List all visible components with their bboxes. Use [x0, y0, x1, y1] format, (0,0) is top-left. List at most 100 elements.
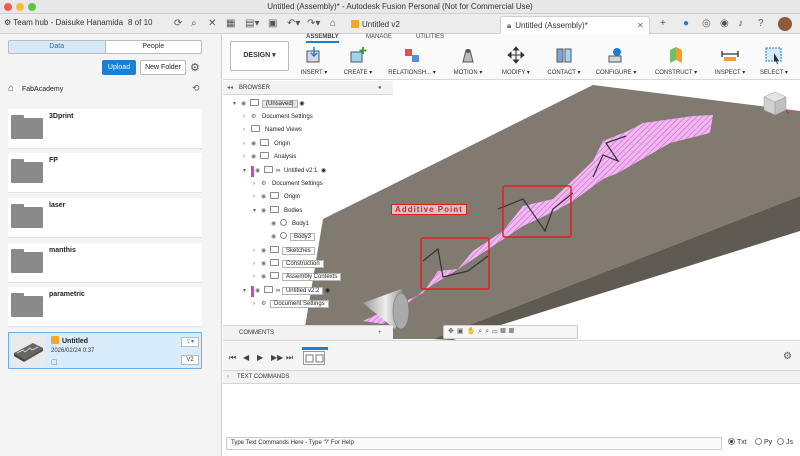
file-item[interactable]: Untitled 2026/02/24 0:37 ▢ ⇪▾ V2 [8, 332, 202, 369]
tree-item[interactable]: ▾ ◉ Bodies [253, 206, 304, 217]
folder-item[interactable]: manthis [8, 243, 202, 283]
record-icon[interactable]: ◉ [321, 168, 326, 174]
avatar[interactable] [778, 17, 792, 31]
folder-item[interactable]: FP [8, 153, 202, 193]
tree-item[interactable]: › Named Views [243, 125, 304, 136]
tab-untitled-assembly[interactable]: 🔒︎ Untitled (Assembly)* ✕ [500, 16, 650, 34]
search-icon[interactable]: ⌕ [191, 17, 197, 31]
folder-item[interactable]: parametric [8, 287, 202, 327]
eye-icon[interactable]: ◉ [271, 232, 280, 243]
tree-item[interactable]: › ◉ Analysis [243, 152, 298, 163]
folder-item[interactable]: laser [8, 198, 202, 238]
eye-icon[interactable]: ◉ [271, 219, 280, 230]
close-panel-icon[interactable]: ✕ [208, 17, 216, 31]
grid-icon[interactable]: ▦ [226, 17, 235, 31]
inspect-button[interactable]: INSPECT ▾ [707, 46, 753, 78]
capture-icon[interactable]: ▣ [457, 328, 467, 335]
home-icon[interactable]: ⌂ [8, 83, 14, 94]
version-badge[interactable]: V2 [181, 355, 199, 365]
breadcrumb-folder[interactable]: FabAcademy [22, 86, 63, 93]
tab-utilities[interactable]: UTILITIES [416, 34, 444, 40]
canvas-viewport[interactable]: Additive Point ◂◂ BROWSER ● ▾ ◉ (Unsaved) … [223, 81, 800, 340]
eye-icon[interactable]: ◉ [261, 206, 270, 217]
record-icon[interactable]: ◉ [325, 288, 330, 294]
tree-item[interactable]: › ◉ Origin [243, 139, 292, 150]
tree-item[interactable]: ◉ Body1 [271, 219, 311, 230]
mode-txt-radio[interactable]: Txt [728, 438, 747, 446]
collapse-icon[interactable]: ◂◂ [227, 81, 233, 95]
gear-icon[interactable]: ⚙ [190, 61, 200, 74]
insert-button[interactable]: INSERT ▾ [291, 46, 337, 78]
modify-button[interactable]: MODIFY ▾ [493, 46, 539, 78]
redo-icon[interactable]: ↷▾ [307, 17, 320, 31]
chevron-right-icon[interactable]: › [243, 139, 251, 150]
tree-item[interactable]: ◉ Body3 [271, 232, 316, 243]
mode-js-radio[interactable]: Js [777, 438, 793, 446]
tab-untitled-v2[interactable]: Untitled v2 [345, 16, 495, 34]
eye-icon[interactable]: ◉ [255, 286, 264, 297]
tree-item[interactable]: › ⚙ Document Settings [253, 299, 329, 310]
extensions-icon[interactable]: ◎ [702, 17, 711, 31]
refresh-icon[interactable]: ⟳ [174, 17, 182, 31]
new-folder-button[interactable]: New Folder [140, 60, 186, 75]
chevron-right-icon[interactable]: › [243, 152, 251, 163]
close-tab-icon[interactable]: ✕ [637, 17, 644, 35]
viewports-icon[interactable]: ▦ [509, 328, 517, 335]
record-icon[interactable]: ◉ [299, 101, 304, 107]
view-cube[interactable] [761, 89, 789, 117]
team-hub-selector[interactable]: ⚙ Team hub - Daisuke Hanamida [4, 18, 123, 27]
job-status-icon[interactable]: ● [683, 17, 689, 31]
eye-icon[interactable]: ◉ [261, 192, 270, 203]
folder-item[interactable]: 3Dprint [8, 109, 202, 149]
tree-item[interactable]: › ⚙ Document Settings [253, 179, 325, 190]
close-icon[interactable]: ● [378, 81, 382, 95]
upload-button[interactable]: Upload [102, 60, 136, 75]
chevron-right-icon[interactable]: › [253, 179, 261, 190]
eye-icon[interactable]: ◉ [251, 152, 260, 163]
eye-icon[interactable]: ◉ [255, 166, 264, 177]
chevron-right-icon[interactable]: › [253, 259, 261, 270]
pan-icon[interactable]: ✋ [467, 328, 479, 335]
create-button[interactable]: CREATE ▾ [335, 46, 381, 78]
orbit-icon[interactable]: ✥ [448, 328, 457, 335]
grid-icon[interactable]: ▦ [500, 328, 508, 335]
play-icon[interactable]: ▶ [257, 353, 263, 362]
sync-icon[interactable]: ⟲ [192, 83, 200, 94]
timeline-marker[interactable] [302, 347, 328, 350]
tree-item[interactable]: ▾ ◉ ∞ Untitled v2:1 ◉ [243, 166, 326, 177]
chevron-down-icon[interactable]: ▾ [243, 286, 251, 297]
tree-item[interactable]: › ◉ Sketches [253, 246, 315, 257]
chevron-right-icon[interactable]: › [253, 299, 261, 310]
configure-button[interactable]: CONFIGURE ▾ [593, 46, 639, 78]
tab-people[interactable]: People [106, 41, 202, 53]
help-icon[interactable]: ? [758, 17, 764, 31]
eye-icon[interactable]: ◉ [241, 99, 250, 110]
chevron-right-icon[interactable]: › [253, 272, 261, 283]
zoom-window-button[interactable] [28, 3, 36, 11]
eye-icon[interactable]: ◉ [261, 246, 270, 257]
expand-icon[interactable]: › [227, 371, 229, 384]
timeline-settings-icon[interactable]: ⚙ [783, 351, 792, 362]
eye-icon[interactable]: ◉ [251, 139, 260, 150]
step-forward-icon[interactable]: ▶▶ [271, 353, 283, 362]
browser-header[interactable]: ◂◂ BROWSER ● [223, 81, 393, 95]
select-button[interactable]: SELECT ▾ [751, 46, 797, 78]
undo-icon[interactable]: ↶▾ [287, 17, 300, 31]
minimize-window-button[interactable] [16, 3, 24, 11]
go-to-end-icon[interactable]: ⏭ [286, 353, 293, 363]
text-commands-header[interactable]: › TEXT COMMANDS [223, 370, 800, 384]
save-icon[interactable]: ▣ [268, 17, 277, 31]
design-workspace-dropdown[interactable]: DESIGN ▾ [230, 41, 289, 71]
text-command-input[interactable]: Type Text Commands Here - Type '?' For H… [226, 437, 722, 450]
online-status-icon[interactable]: ◉ [720, 17, 729, 31]
navigation-toolbar[interactable]: ✥▣✋⌕⌕▭▦▦ [443, 325, 578, 339]
chevron-down-icon[interactable]: ▾ [253, 206, 261, 217]
chevron-down-icon[interactable]: ▾ [243, 166, 251, 177]
close-window-button[interactable] [4, 3, 12, 11]
construct-button[interactable]: CONSTRUCT ▾ [651, 46, 701, 78]
motion-button[interactable]: MOTION ▾ [445, 46, 491, 78]
tree-item[interactable]: › ◉ Origin [253, 192, 302, 203]
tab-manage[interactable]: MANAGE [366, 34, 392, 40]
tab-assembly[interactable]: ASSEMBLY [306, 34, 339, 43]
tree-item[interactable]: ▾ ◉ ∞ Untitled v2:2 ◉ [243, 286, 330, 297]
